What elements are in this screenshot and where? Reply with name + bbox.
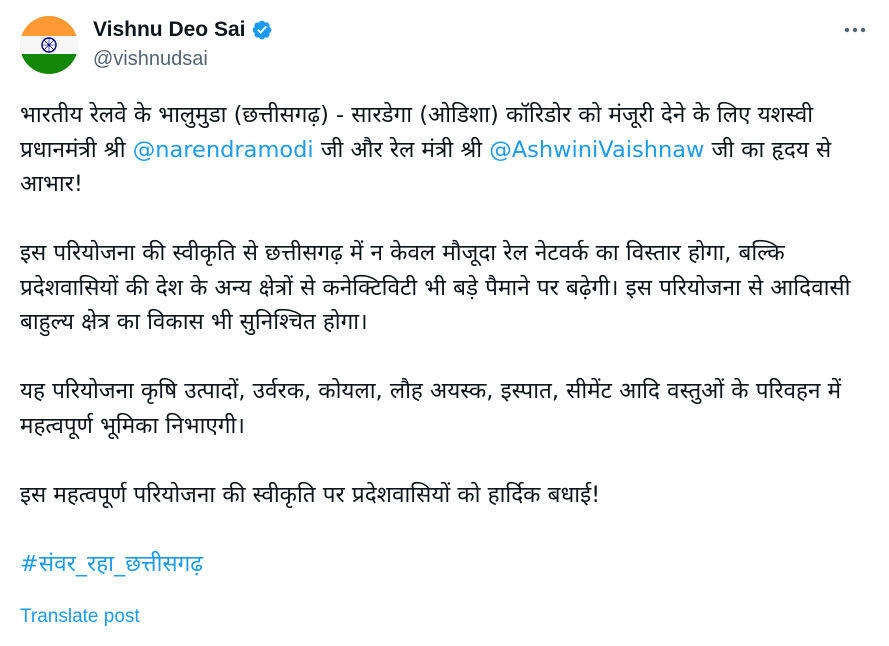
mention-link[interactable]: @narendramodi bbox=[133, 137, 314, 163]
author-name-line: Vishnu Deo Sai bbox=[93, 18, 273, 42]
post-paragraph: इस महत्वपूर्ण परियोजना की स्वीकृति पर प्… bbox=[20, 481, 601, 508]
post-paragraph: इस परियोजना की स्वीकृति से छत्तीसगढ़ में… bbox=[20, 240, 851, 335]
verified-badge-icon[interactable] bbox=[251, 19, 273, 41]
hashtag-link[interactable]: #संवर_रहा_छत्तीसगढ़ bbox=[20, 551, 203, 577]
post-card: Vishnu Deo Sai @vishnudsai भारतीय रेलवे … bbox=[0, 0, 889, 646]
author-avatar[interactable] bbox=[20, 16, 78, 74]
post-text: जी और रेल मंत्री श्री bbox=[313, 136, 490, 163]
translate-post-button[interactable]: Translate post bbox=[20, 606, 140, 628]
post-paragraph: यह परियोजना कृषि उत्पादों, उर्वरक, कोयला… bbox=[20, 378, 842, 439]
post-paragraph: भारतीय रेलवे के भालुमुडा (छत्तीसगढ़) - स… bbox=[20, 98, 870, 202]
author-display-name[interactable]: Vishnu Deo Sai bbox=[93, 18, 246, 42]
india-flag-avatar bbox=[20, 16, 78, 74]
more-options-button[interactable] bbox=[836, 16, 874, 44]
post-body: भारतीय रेलवे के भालुमुडा (छत्तीसगढ़) - स… bbox=[20, 98, 870, 581]
author-handle[interactable]: @vishnudsai bbox=[93, 48, 208, 71]
mention-link[interactable]: @AshwiniVaishnaw bbox=[489, 137, 704, 163]
more-horizontal-icon bbox=[844, 27, 866, 33]
